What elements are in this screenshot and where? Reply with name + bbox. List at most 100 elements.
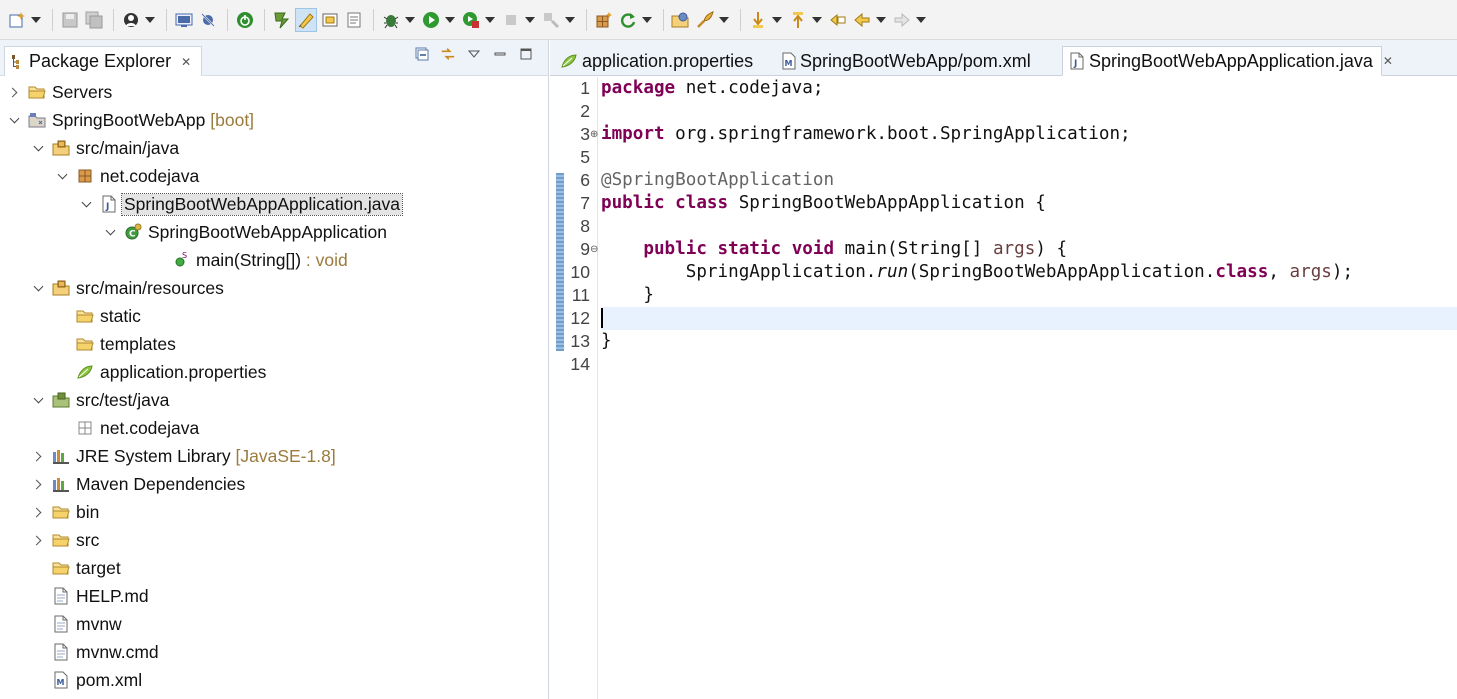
previous-annotation-icon[interactable] [787, 8, 809, 32]
chevron-down-icon[interactable] [444, 8, 456, 32]
tree-item[interactable]: Servers [0, 78, 548, 106]
chevron-down-icon[interactable] [80, 198, 92, 210]
tree-item[interactable]: src [0, 526, 548, 554]
tree-item[interactable]: target [0, 554, 548, 582]
tree-item[interactable]: SpringBootWebApp [boot] [0, 106, 548, 134]
skip-breakpoints-icon[interactable] [197, 8, 219, 32]
maximize-icon[interactable] [518, 46, 534, 62]
refresh-icon[interactable] [617, 8, 639, 32]
chevron-right-icon[interactable] [8, 86, 20, 98]
editor-tab[interactable]: application.properties [554, 46, 770, 76]
tab-package-explorer[interactable]: Package Explorer ✕ [4, 46, 203, 76]
collapse-fold-icon[interactable]: ⊖ [590, 238, 598, 261]
code-line[interactable]: } [601, 284, 1457, 307]
tree-item[interactable]: HELP.md [0, 582, 548, 610]
external-tools-icon[interactable] [540, 8, 562, 32]
debug-icon[interactable] [380, 8, 402, 32]
code-line[interactable] [601, 307, 1457, 330]
perspective-icon[interactable] [120, 8, 142, 32]
chevron-down-icon[interactable] [104, 226, 116, 238]
chevron-down-icon[interactable] [641, 8, 653, 32]
tree-item[interactable]: src/test/java [0, 386, 548, 414]
link-with-editor-icon[interactable] [440, 46, 456, 62]
chevron-down-icon[interactable] [811, 8, 823, 32]
chevron-right-icon[interactable] [32, 450, 44, 462]
chevron-down-icon[interactable] [771, 8, 783, 32]
code-line[interactable]: SpringApplication.run(SpringBootWebAppAp… [601, 261, 1457, 284]
toggle-block-selection-icon[interactable] [319, 8, 341, 32]
next-annotation-icon[interactable] [747, 8, 769, 32]
console-icon[interactable] [173, 8, 195, 32]
chevron-down-icon[interactable] [8, 114, 20, 126]
collapse-all-icon[interactable] [414, 46, 430, 62]
code-line[interactable]: public class SpringBootWebAppApplication… [601, 192, 1457, 215]
chevron-right-icon[interactable] [32, 478, 44, 490]
tree-item[interactable]: Smain(String[]) : void [0, 246, 548, 274]
chevron-down-icon[interactable] [32, 142, 44, 154]
tree-item[interactable]: src/main/java [0, 134, 548, 162]
view-menu-icon[interactable] [466, 46, 482, 62]
tree-item[interactable]: net.codejava [0, 162, 548, 190]
show-whitespace-icon[interactable] [343, 8, 365, 32]
chevron-down-icon[interactable] [144, 8, 156, 32]
tree-item[interactable]: mvnw [0, 610, 548, 638]
tree-item[interactable]: JRE System Library [JavaSE-1.8] [0, 442, 548, 470]
chevron-down-icon[interactable] [404, 8, 416, 32]
chevron-down-icon[interactable] [564, 8, 576, 32]
expand-fold-icon[interactable]: ⊕ [590, 123, 598, 146]
tree-item[interactable]: Maven Dependencies [0, 470, 548, 498]
run-icon[interactable] [420, 8, 442, 32]
tree-item[interactable]: net.codejava [0, 414, 548, 442]
code-line[interactable] [601, 353, 1457, 376]
chevron-down-icon[interactable] [32, 282, 44, 294]
spring-icon[interactable] [694, 8, 716, 32]
chevron-right-icon[interactable] [32, 506, 44, 518]
chevron-down-icon[interactable] [32, 394, 44, 406]
chevron-down-icon[interactable] [30, 8, 42, 32]
new-wizard-icon[interactable] [6, 8, 28, 32]
close-icon[interactable]: ✕ [181, 55, 191, 69]
chevron-down-icon[interactable] [875, 8, 887, 32]
tree-item[interactable]: templates [0, 330, 548, 358]
close-icon[interactable]: ✕ [1383, 54, 1393, 68]
toggle-mark-occurrences-icon[interactable] [295, 7, 317, 32]
file-icon [52, 643, 70, 661]
back-icon[interactable] [851, 8, 873, 32]
tree-item[interactable]: mvnw.cmd [0, 638, 548, 666]
chevron-down-icon[interactable] [524, 8, 536, 32]
last-edit-location-icon[interactable] [827, 8, 849, 32]
code-line[interactable] [601, 215, 1457, 238]
code-line[interactable]: import org.springframework.boot.SpringAp… [601, 123, 1457, 146]
save-icon[interactable] [59, 8, 81, 32]
minimize-icon[interactable] [492, 46, 508, 62]
code-area[interactable]: 1 2 3 ⊕ 5 6 7 8 9 ⊖ 10 11 12 13 14 package net.codejav… [550, 77, 1457, 699]
tree-item[interactable]: src/main/resources [0, 274, 548, 302]
tree-item[interactable]: bin [0, 498, 548, 526]
open-task-icon[interactable] [271, 8, 293, 32]
code-line[interactable]: } [601, 330, 1457, 353]
new-java-package-icon[interactable] [593, 8, 615, 32]
chevron-down-icon[interactable] [484, 8, 496, 32]
code-line[interactable]: public static void main(String[] args) { [601, 238, 1457, 261]
open-type-icon[interactable] [670, 8, 692, 32]
stop-icon[interactable] [500, 8, 522, 32]
tree-item[interactable]: Mpom.xml [0, 666, 548, 694]
save-all-icon[interactable] [83, 8, 105, 32]
chevron-down-icon[interactable] [915, 8, 927, 32]
chevron-down-icon[interactable] [56, 170, 68, 182]
tree-item[interactable]: J SpringBootWebAppApplication.java [0, 190, 548, 218]
code-line[interactable] [601, 100, 1457, 123]
editor-tab[interactable]: J SpringBootWebAppApplication.java ✕ [1062, 46, 1393, 76]
editor-tab[interactable]: M SpringBootWebApp/pom.xml [776, 46, 1058, 76]
spring-boot-dashboard-icon[interactable] [234, 8, 256, 32]
code-line[interactable]: @SpringBootApplication [601, 169, 1457, 192]
tree-item[interactable]: application.properties [0, 358, 548, 386]
forward-icon[interactable] [891, 8, 913, 32]
tree-item[interactable]: static [0, 302, 548, 330]
code-line[interactable]: package net.codejava; [601, 77, 1457, 100]
code-line[interactable] [601, 146, 1457, 169]
chevron-down-icon[interactable] [718, 8, 730, 32]
tree-item[interactable]: C SpringBootWebAppApplication [0, 218, 548, 246]
coverage-icon[interactable] [460, 8, 482, 32]
chevron-right-icon[interactable] [32, 534, 44, 546]
